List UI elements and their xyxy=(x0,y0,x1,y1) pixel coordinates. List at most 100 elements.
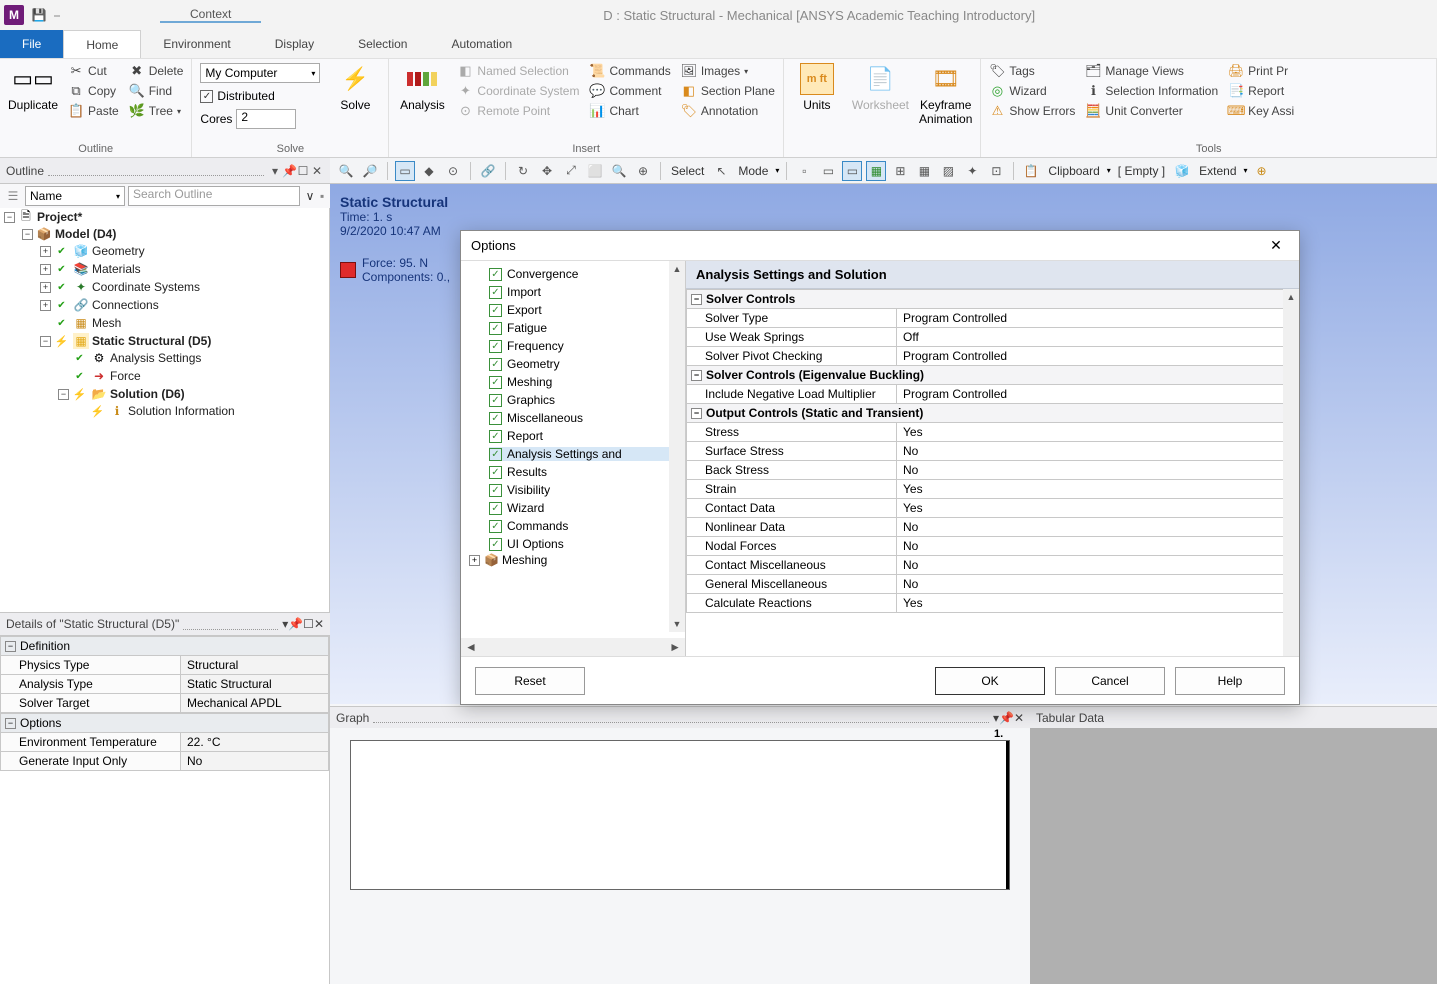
tree-static[interactable]: Static Structural (D5) xyxy=(92,334,211,348)
options-tree-item[interactable]: ✓Convergence xyxy=(489,267,685,281)
options-category[interactable]: −Solver Controls (Eigenvalue Buckling) xyxy=(686,366,1299,385)
sf-edge-icon[interactable]: ▭ xyxy=(818,161,838,181)
options-value[interactable]: No xyxy=(897,575,1298,593)
options-row[interactable]: Nodal ForcesNo xyxy=(686,537,1299,556)
expand-icon[interactable]: + xyxy=(469,555,480,566)
vertical-scrollbar[interactable]: ▲▼ xyxy=(669,261,685,632)
close-icon[interactable]: ✕ xyxy=(1014,711,1024,725)
zoom-out-icon[interactable]: 🔎 xyxy=(360,161,380,181)
outline-search-input[interactable]: Search Outline xyxy=(128,186,300,206)
tags-button[interactable]: 🏷Tags xyxy=(989,63,1075,79)
compute-target-combo[interactable]: My Computer▾ xyxy=(200,63,320,83)
pin-icon[interactable]: 📌 xyxy=(282,164,296,178)
sf-element-icon[interactable]: ▦ xyxy=(914,161,934,181)
scroll-down-icon[interactable]: ▼ xyxy=(669,616,685,632)
options-row[interactable]: Surface StressNo xyxy=(686,442,1299,461)
zoom-fit-icon[interactable]: ⤢ xyxy=(561,161,581,181)
display-tab[interactable]: Display xyxy=(253,30,336,58)
pin-icon[interactable]: 📌 xyxy=(288,617,303,631)
scroll-left-icon[interactable]: ◄ xyxy=(465,640,477,654)
extra-icon[interactable]: ⊕ xyxy=(1252,161,1272,181)
tree-materials[interactable]: Materials xyxy=(92,262,141,276)
vertical-scrollbar[interactable]: ▲ xyxy=(1283,289,1299,656)
sf-vertex-icon[interactable]: ▫ xyxy=(794,161,814,181)
mode-label[interactable]: Mode xyxy=(735,164,771,178)
options-tree-item[interactable]: ✓Geometry xyxy=(489,357,685,371)
show-errors-button[interactable]: ⚠Show Errors xyxy=(989,103,1075,119)
tree-model[interactable]: Model (D4) xyxy=(55,227,116,241)
details-row[interactable]: Solver TargetMechanical APDL xyxy=(0,694,329,713)
select-body-icon[interactable]: ◆ xyxy=(419,161,439,181)
options-row[interactable]: StrainYes xyxy=(686,480,1299,499)
options-value[interactable]: Yes xyxy=(897,499,1298,517)
zoom-in-icon[interactable]: 🔍 xyxy=(336,161,356,181)
options-value[interactable]: Program Controlled xyxy=(897,385,1298,403)
details-row[interactable]: Physics TypeStructural xyxy=(0,656,329,675)
outline-search-dropdown-icon[interactable]: ∨ xyxy=(303,187,317,205)
key-assignments-button[interactable]: ⌨Key Assi xyxy=(1228,103,1294,119)
options-tree-item[interactable]: ✓Results xyxy=(489,465,685,479)
solve-button[interactable]: ⚡ Solve xyxy=(330,63,380,112)
details-value[interactable]: 22. °C xyxy=(181,733,328,751)
options-value[interactable]: No xyxy=(897,518,1298,536)
scroll-up-icon[interactable]: ▲ xyxy=(669,261,685,277)
options-row[interactable]: General MiscellaneousNo xyxy=(686,575,1299,594)
tree-force[interactable]: Force xyxy=(110,369,141,383)
expand-icon[interactable]: + xyxy=(40,282,51,293)
options-tree-item[interactable]: ✓Wizard xyxy=(489,501,685,515)
selection-tab[interactable]: Selection xyxy=(336,30,429,58)
collapse-icon[interactable]: − xyxy=(5,718,16,729)
pan-icon[interactable]: ✥ xyxy=(537,161,557,181)
tabular-panel[interactable] xyxy=(1030,728,1437,984)
options-tree-item[interactable]: ✓Fatigue xyxy=(489,321,685,335)
options-value[interactable]: Program Controlled xyxy=(897,347,1298,365)
tree-project[interactable]: Project* xyxy=(37,210,82,224)
paste-button[interactable]: 📋Paste xyxy=(68,103,119,119)
save-icon[interactable]: 💾 xyxy=(28,4,50,26)
tree-mesh[interactable]: Mesh xyxy=(92,316,121,330)
expand-icon[interactable]: − xyxy=(4,212,15,223)
expand-icon[interactable]: + xyxy=(40,264,51,275)
tree-coord[interactable]: Coordinate Systems xyxy=(92,280,200,294)
report-button[interactable]: 📑Report xyxy=(1228,83,1294,99)
zoom-window-icon[interactable]: ⬜ xyxy=(585,161,605,181)
horizontal-scrollbar[interactable]: ◄► xyxy=(461,638,685,656)
options-tree-item[interactable]: ✓Meshing xyxy=(489,375,685,389)
cancel-button[interactable]: Cancel xyxy=(1055,667,1165,695)
annotation-button[interactable]: 🏷Annotation xyxy=(681,103,775,119)
collapse-icon[interactable]: − xyxy=(691,408,702,419)
tree-solution[interactable]: Solution (D6) xyxy=(110,387,185,401)
graph-canvas[interactable] xyxy=(350,740,1010,890)
select-vertex-icon[interactable]: ⊙ xyxy=(443,161,463,181)
scroll-right-icon[interactable]: ► xyxy=(669,640,681,654)
dialog-close-icon[interactable]: ✕ xyxy=(1263,235,1289,257)
options-tree[interactable]: ✓Convergence✓Import✓Export✓Fatigue✓Frequ… xyxy=(461,261,686,656)
clipboard-label[interactable]: Clipboard xyxy=(1045,164,1102,178)
options-row[interactable]: Contact MiscellaneousNo xyxy=(686,556,1299,575)
fit-icon[interactable]: ⊕ xyxy=(633,161,653,181)
qat-dropdown-icon[interactable]: ⎯ xyxy=(54,4,60,26)
units-button[interactable]: m ftUnits xyxy=(792,63,842,112)
clipboard-icon[interactable]: 📋 xyxy=(1021,161,1041,181)
duplicate-button[interactable]: ▭▭ Duplicate xyxy=(8,63,58,112)
options-tree-item[interactable]: ✓Export xyxy=(489,303,685,317)
expand-icon[interactable]: + xyxy=(40,246,51,257)
extend-label[interactable]: Extend xyxy=(1196,164,1239,178)
options-value[interactable]: No xyxy=(897,461,1298,479)
maximize-icon[interactable]: ☐ xyxy=(303,617,314,631)
options-tree-item[interactable]: ✓Analysis Settings and xyxy=(489,447,685,461)
options-row[interactable]: Back StressNo xyxy=(686,461,1299,480)
details-category-definition[interactable]: −Definition xyxy=(0,636,329,656)
pin-icon[interactable]: 📌 xyxy=(999,711,1014,725)
outline-filter-combo[interactable]: Name▾ xyxy=(25,186,125,206)
close-icon[interactable]: ✕ xyxy=(310,164,324,178)
options-row[interactable]: Use Weak SpringsOff xyxy=(686,328,1299,347)
section-plane-button[interactable]: ◧Section Plane xyxy=(681,83,775,99)
options-row[interactable]: Solver Pivot CheckingProgram Controlled xyxy=(686,347,1299,366)
environment-tab[interactable]: Environment xyxy=(141,30,252,58)
options-value[interactable]: Off xyxy=(897,328,1298,346)
scroll-up-icon[interactable]: ▲ xyxy=(1283,289,1299,305)
tree-analysis-settings[interactable]: Analysis Settings xyxy=(110,351,201,365)
wizard-button[interactable]: ◎Wizard xyxy=(989,83,1075,99)
keyframe-button[interactable]: 🎞Keyframe Animation xyxy=(919,63,972,126)
